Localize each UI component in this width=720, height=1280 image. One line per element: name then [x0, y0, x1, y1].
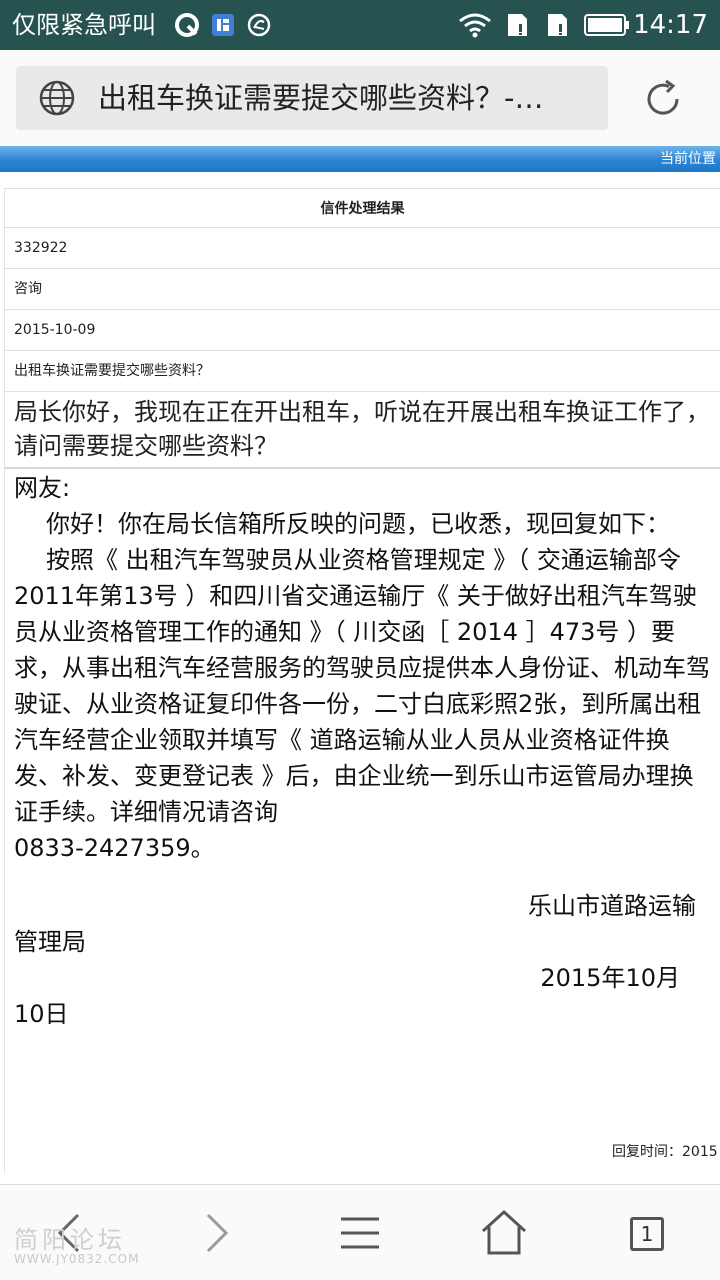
- notification-app-icon: [212, 14, 234, 36]
- forum-watermark: 简阳论坛: [14, 1226, 126, 1254]
- sim2-icon: [548, 14, 567, 36]
- notification-sync-icon: [247, 13, 271, 37]
- signature-date-line1: 2015年10月: [540, 964, 680, 992]
- address-bar[interactable]: 出租车换证需要提交哪些资料？-…: [16, 66, 608, 130]
- reply-content: 网友: 你好！你在局长信箱所反映的问题，已收悉，现回复如下： 按照《 出租汽车驾…: [4, 470, 720, 1173]
- sim1-icon: [508, 14, 527, 36]
- letter-header: 信件处理结果: [4, 188, 720, 228]
- menu-icon[interactable]: [334, 1207, 386, 1259]
- letter-question: 局长你好，我现在正在开出租车，听说在开展出租车换证工作了，请问需要提交哪些资料？: [4, 392, 720, 469]
- tabs-button[interactable]: 1: [630, 1217, 664, 1251]
- letter-subject: 出租车换证需要提交哪些资料？: [4, 351, 720, 392]
- letter-type: 咨询: [4, 269, 720, 310]
- reply-paragraph-1: 你好！你在局长信箱所反映的问题，已收悉，现回复如下：: [46, 510, 670, 538]
- forward-icon[interactable]: [190, 1207, 242, 1259]
- reply-phone: 0833-2427359。: [14, 834, 215, 862]
- forum-watermark-url: WWW.JY0832.COM: [14, 1252, 140, 1266]
- clock: 14:17: [633, 10, 708, 40]
- wifi-icon: [459, 13, 491, 38]
- reply-paragraph-2: 按照《 出租汽车驾驶员从业资格管理规定 》（ 交通运输部令2011年第13号 ）…: [14, 546, 710, 826]
- signature-org-line1: 乐山市道路运输: [528, 892, 696, 920]
- signature-org-line2: 管理局: [14, 928, 86, 956]
- page-title[interactable]: 出租车换证需要提交哪些资料？-…: [98, 78, 598, 118]
- letter-date: 2015-10-09: [4, 310, 720, 351]
- status-bar: 仅限紧急呼叫 14:17: [0, 0, 720, 50]
- reply-salutation: 网友:: [14, 474, 71, 502]
- signature-date-line2: 10日: [14, 1000, 69, 1028]
- globe-icon: [39, 80, 75, 116]
- notification-q-icon: [175, 13, 199, 37]
- current-location-label: 当前位置: [660, 151, 716, 167]
- reload-icon[interactable]: [642, 78, 684, 120]
- battery-icon: [584, 14, 629, 36]
- letter-number: 332922: [4, 228, 720, 269]
- letter-table: 信件处理结果 332922 咨询 2015-10-09 出租车换证需要提交哪些资…: [0, 188, 720, 469]
- home-icon[interactable]: [478, 1207, 530, 1259]
- browser-toolbar: 出租车换证需要提交哪些资料？-…: [0, 50, 720, 146]
- tab-count: 1: [640, 1222, 654, 1246]
- reply-time: 回复时间：2015: [612, 1144, 718, 1160]
- site-header-strip: 当前位置: [0, 146, 720, 172]
- carrier-text: 仅限紧急呼叫: [12, 11, 156, 39]
